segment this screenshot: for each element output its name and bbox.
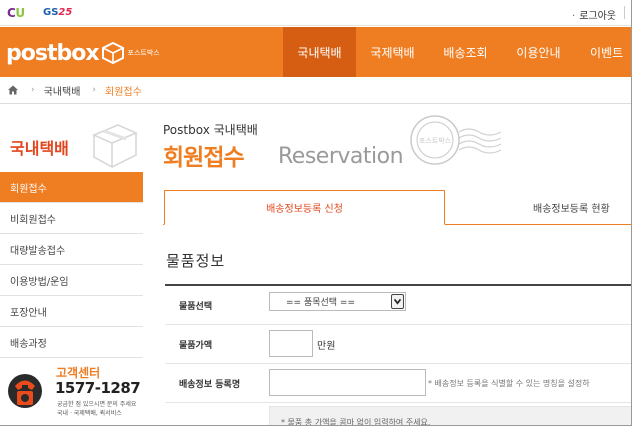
home-icon[interactable] — [7, 84, 19, 96]
postbox-logo[interactable]: postbox 포스트박스 — [6, 40, 160, 66]
sidebar-header: 국내택배 — [0, 119, 143, 172]
gs25-logo[interactable]: GS25 — [43, 7, 72, 18]
sidebar: 국내택배 회원접수 비회원접수 대량발송접수 이용방법/운임 포장안내 배송과정… — [0, 104, 143, 426]
sidebar-item-member-reservation[interactable]: 회원접수 — [0, 172, 143, 203]
page-subtitle: Postbox 국내택배 — [163, 123, 258, 137]
item-info-form: 물품선택 == 품목선택 == 물품가액 만원 배송정보 등록명 * 배송정보 … — [165, 284, 632, 426]
form-row-name: 배송정보 등록명 * 배송정보 등록을 식별할 수 있는 명칭을 설정하 — [165, 364, 632, 403]
top-utility-bar: CU GS25 로그아웃 — [0, 0, 632, 26]
name-hint: * 배송정보 등록을 식별할 수 있는 명칭을 설정하 — [428, 379, 590, 388]
breadcrumb: › 국내택배 › 회원접수 — [0, 77, 632, 104]
breadcrumb-item-domestic[interactable]: 국내택배 — [44, 83, 81, 98]
item-select-value: == 품목선택 == — [286, 298, 356, 308]
page-title-english: Reservation — [278, 144, 404, 169]
nav-international[interactable]: 국제택배 — [356, 27, 429, 77]
chevron-down-icon — [391, 294, 404, 309]
phone-icon — [8, 374, 42, 408]
breadcrumb-item-current: 회원접수 — [105, 86, 142, 98]
chevron-right-icon: › — [31, 85, 35, 95]
cu-logo-u: U — [15, 6, 25, 20]
tab-register-status[interactable]: 배송정보등록 현황 — [445, 190, 632, 225]
cu-logo[interactable]: CU — [7, 6, 25, 20]
form-row-item-select: 물품선택 == 품목선택 == — [165, 286, 632, 325]
form-row-note: * 물품 총 가액을 콤마 없이 입력하여 주세요. — [165, 403, 632, 426]
main-header: postbox 포스트박스 국내택배 국제택배 배송조회 이용안내 이벤트 — [0, 27, 632, 77]
nav-domestic[interactable]: 국내택배 — [283, 27, 356, 77]
logo-text: postbox — [6, 40, 100, 66]
sidebar-item-packing-guide[interactable]: 포장안내 — [0, 296, 143, 327]
item-select-dropdown[interactable]: == 품목선택 == — [269, 292, 406, 311]
price-input[interactable] — [269, 330, 313, 357]
sidebar-menu: 회원접수 비회원접수 대량발송접수 이용방법/운임 포장안내 배송과정 — [0, 172, 143, 358]
postmark-stamp-icon: 포스트박스 — [410, 115, 502, 165]
price-unit: 만원 — [317, 341, 336, 352]
nav-guide[interactable]: 이용안내 — [502, 27, 575, 77]
name-input[interactable] — [269, 369, 426, 396]
topbar-divider — [624, 6, 625, 19]
parcel-box-icon — [92, 124, 138, 169]
cs-desc-line1: 궁금한 점 있으시면 문의 주세요 — [57, 401, 137, 408]
logo-subtext: 포스트박스 — [127, 49, 160, 57]
item-select-label: 물품선택 — [179, 302, 213, 312]
logo-box-icon — [101, 42, 124, 64]
gs25-logo-gs: GS — [43, 7, 59, 18]
price-label: 물품가액 — [179, 341, 213, 351]
price-note: * 물품 총 가액을 콤마 없이 입력하여 주세요. — [269, 406, 632, 426]
global-nav: 국내택배 국제택배 배송조회 이용안내 이벤트 — [283, 27, 632, 77]
cs-desc-line2: 국내 · 국제택배, 퀵서비스 — [57, 410, 122, 417]
page-title: 회원접수 — [163, 145, 245, 171]
chevron-right-icon: › — [92, 85, 97, 95]
sidebar-item-guest-reservation[interactable]: 비회원접수 — [0, 203, 143, 234]
section-title: 물품정보 — [166, 252, 226, 270]
gs25-logo-num: 25 — [58, 7, 73, 18]
sidebar-title: 국내택배 — [10, 139, 69, 158]
reservation-tabs: 배송정보등록 신청 배송정보등록 현황 — [163, 190, 632, 225]
cs-phone: 1577-1287 — [55, 379, 141, 397]
stamp-text: 포스트박스 — [419, 136, 452, 145]
form-row-price: 물품가액 만원 — [165, 325, 632, 364]
name-label: 배송정보 등록명 — [179, 380, 241, 390]
tab-register-request[interactable]: 배송정보등록 신청 — [164, 190, 445, 225]
nav-tracking[interactable]: 배송조회 — [429, 27, 502, 77]
sidebar-item-usage-fee[interactable]: 이용방법/운임 — [0, 265, 143, 296]
nav-event[interactable]: 이벤트 — [575, 27, 632, 77]
logout-link[interactable]: 로그아웃 — [572, 7, 616, 22]
sidebar-item-bulk-reservation[interactable]: 대량발송접수 — [0, 234, 143, 265]
sidebar-item-delivery-process[interactable]: 배송과정 — [0, 327, 143, 358]
main-content: 포스트박스 Postbox 국내택배 회원접수 Reservation 배송정보… — [163, 104, 632, 426]
customer-center-box: 고객센터 1577-1287 궁금한 점 있으시면 문의 주세요 국내 · 국제… — [0, 357, 143, 426]
